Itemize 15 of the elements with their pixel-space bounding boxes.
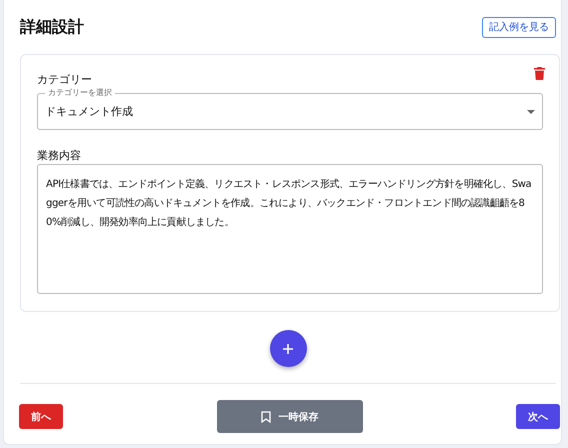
content-label: 業務内容 — [37, 148, 81, 163]
content-textarea[interactable]: API仕様書では、エンドポイント定義、リクエスト・レスポンス形式、エラーハンドリング方針を明確化し、Swaggerを用いて可読性の高いドキュメントを作成。これにより、バックエンド・フロントエンド間の認識齟齬を80%削減し、開発効率向上に貢献しました。 — [37, 164, 543, 294]
plus-icon — [282, 342, 294, 354]
page-title: 詳細設計 — [20, 16, 84, 38]
category-label: カテゴリー — [37, 72, 92, 87]
category-select[interactable]: カテゴリーを選択 ドキュメント作成 — [37, 88, 543, 130]
caret-icon — [527, 110, 535, 114]
trash-icon[interactable] — [534, 67, 545, 80]
previous-button[interactable]: 前へ — [19, 404, 63, 429]
bookmark-icon — [260, 410, 270, 422]
example-button[interactable]: 記入例を見る — [482, 16, 556, 38]
add-button[interactable] — [270, 330, 306, 367]
save-draft-button[interactable]: 一時保存 — [216, 400, 362, 433]
select-floating-label: カテゴリーを選択 — [45, 88, 115, 98]
next-button[interactable]: 次へ — [516, 404, 560, 429]
